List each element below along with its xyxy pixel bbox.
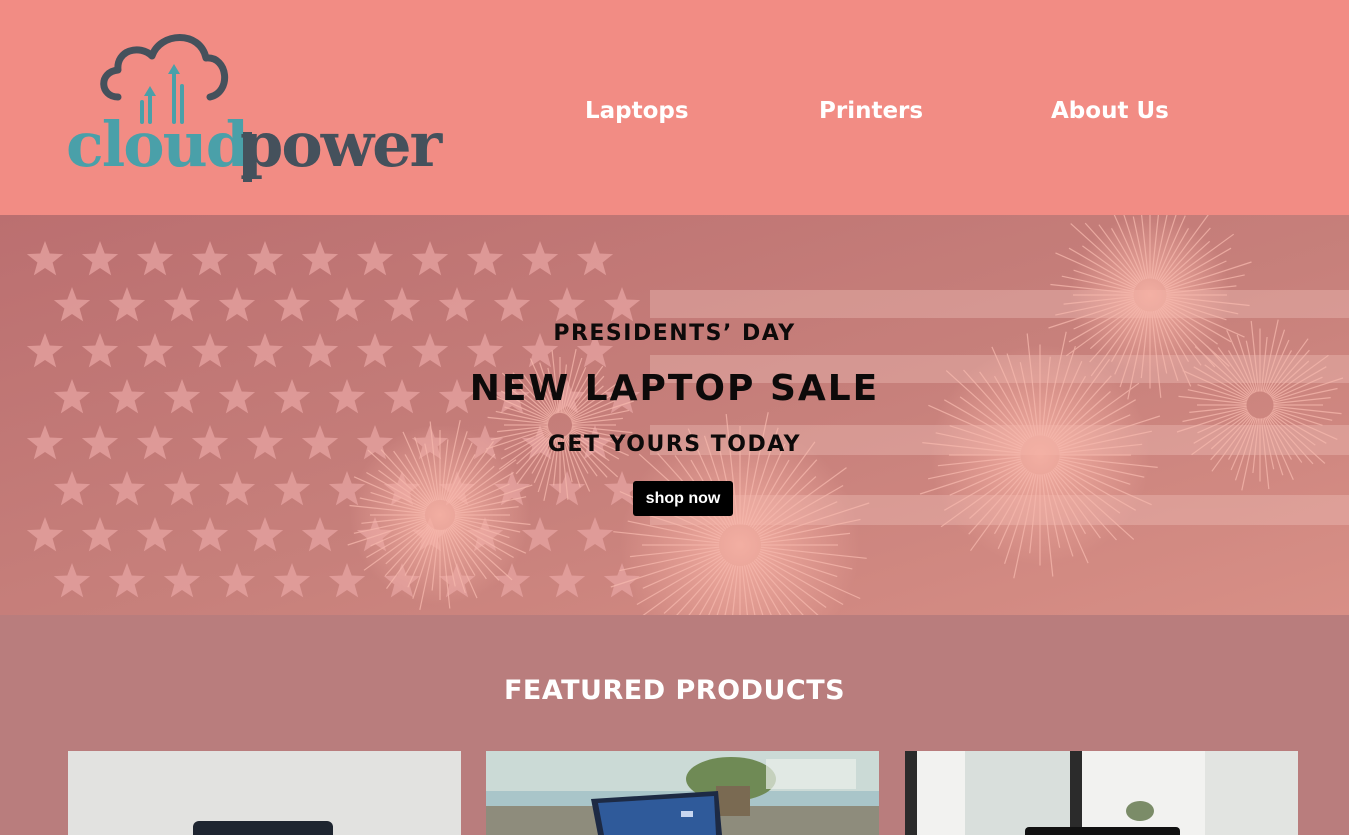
nav-printers-link[interactable]: Printers [819,98,923,124]
product-card-2[interactable] [486,751,879,835]
cloudpower-logo[interactable]: cloud power [60,22,450,192]
product-image-laptop-plant-table [486,751,879,835]
featured-products-title: FEATURED PRODUCTS [503,675,846,706]
site-header: cloud power Laptops Printers About Us [0,0,1349,215]
hero-subtitle: GET YOURS TODAY [547,432,802,457]
nav-laptops-link[interactable]: Laptops [585,98,689,124]
nav-about-us-link[interactable]: About Us [1051,98,1169,124]
logo-text-power: power [240,108,444,181]
product-card-3[interactable] [905,751,1298,835]
featured-products-section: FEATURED PRODUCTS [0,615,1349,835]
logo-text-cloud: cloud [66,108,248,181]
flag-fireworks-background [0,215,1349,615]
product-card-1[interactable] [68,751,461,835]
product-image-laptop-white-desk [68,751,461,835]
hero-pretitle: PRESIDENTS’ DAY [553,321,796,346]
product-image-laptop-window-office [905,751,1298,835]
shop-now-button[interactable]: shop now [633,481,733,516]
hero-title: NEW LAPTOP SALE [469,368,880,409]
hero-banner: PRESIDENTS’ DAY NEW LAPTOP SALE GET YOUR… [0,215,1349,615]
